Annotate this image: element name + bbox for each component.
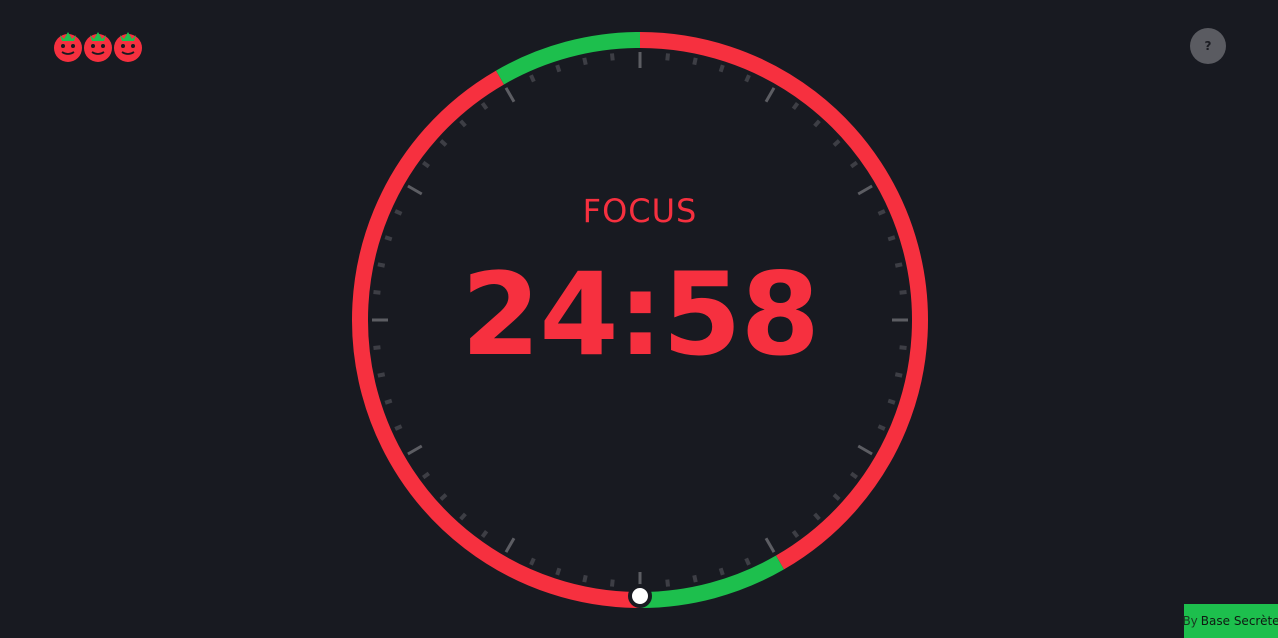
mode-label: FOCUS <box>582 192 698 230</box>
minor-tick <box>665 53 670 61</box>
major-tick <box>764 87 776 103</box>
time-display: 24:58 <box>461 248 820 381</box>
minor-tick <box>582 574 588 583</box>
minor-tick <box>791 102 800 111</box>
minor-tick <box>832 493 841 501</box>
minor-tick <box>718 567 725 576</box>
minor-tick <box>744 74 751 83</box>
minor-tick <box>849 471 858 480</box>
major-tick <box>764 537 776 553</box>
minor-tick <box>610 53 615 61</box>
minor-tick <box>459 512 467 521</box>
minor-tick <box>384 398 393 405</box>
tomato-icon <box>84 32 112 62</box>
minor-tick <box>422 471 431 480</box>
minor-tick <box>887 235 896 242</box>
break-segment <box>639 555 784 608</box>
credit-brand: Base Secrète <box>1200 614 1278 628</box>
minor-tick <box>529 557 536 566</box>
tomato-icon <box>54 32 82 62</box>
app-logo[interactable] <box>52 26 146 66</box>
minor-tick <box>849 160 858 169</box>
minor-tick <box>665 579 670 587</box>
minor-tick <box>813 119 821 128</box>
minor-tick <box>529 74 536 83</box>
minor-tick <box>582 57 588 66</box>
timer-dial[interactable]: FOCUS 24:58 <box>340 20 940 620</box>
minor-tick <box>692 57 698 66</box>
minor-tick <box>459 119 467 128</box>
minor-tick <box>887 398 896 405</box>
minor-tick <box>394 424 403 431</box>
time-handle[interactable] <box>628 584 652 608</box>
minor-tick <box>439 139 448 147</box>
credit-link[interactable]: By Base Secrète <box>1182 604 1278 638</box>
minor-tick <box>744 557 751 566</box>
minor-tick <box>692 574 698 583</box>
credit-prefix: By <box>1182 614 1198 628</box>
minor-tick <box>555 64 562 73</box>
major-tick <box>407 444 423 456</box>
major-tick <box>857 444 873 456</box>
minor-tick <box>610 579 615 587</box>
tomato-icon <box>114 32 142 62</box>
major-tick <box>504 537 516 553</box>
minor-tick <box>832 139 841 147</box>
minor-tick <box>480 102 489 111</box>
minor-tick <box>439 493 448 501</box>
minor-tick <box>791 529 800 538</box>
help-label: ? <box>1204 39 1212 53</box>
help-button[interactable]: ? <box>1190 28 1226 64</box>
major-tick <box>504 87 516 103</box>
minor-tick <box>422 160 431 169</box>
minor-tick <box>877 424 886 431</box>
minor-tick <box>718 64 725 73</box>
minor-tick <box>480 529 489 538</box>
minor-tick <box>384 235 393 242</box>
minor-tick <box>813 512 821 521</box>
pomodoro-app: ? FOCUS 24:58 By Base Secrète <box>0 0 1278 638</box>
minor-tick <box>555 567 562 576</box>
break-segment <box>496 32 641 85</box>
